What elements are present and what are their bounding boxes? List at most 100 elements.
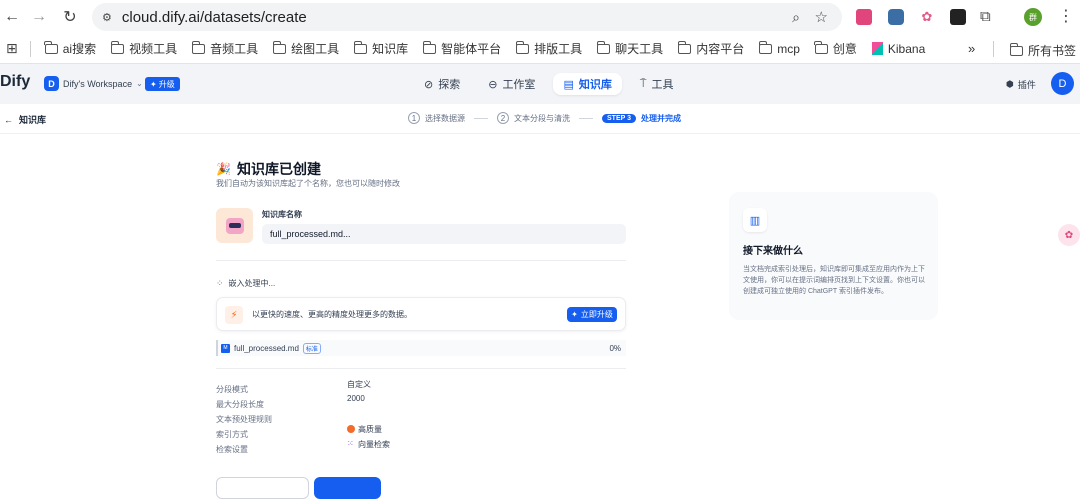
folder-icon — [596, 40, 611, 54]
file-badge: 标准 — [302, 342, 321, 354]
setting-label: 最大分段长度 — [216, 400, 264, 409]
floating-helper-icon[interactable]: ✿ — [1058, 224, 1080, 246]
step-3-badge: STEP 3 — [602, 113, 636, 123]
upgrade-label: 升级 — [158, 79, 175, 89]
upgrade-now-button[interactable]: ✦ 立即升级 — [567, 307, 617, 322]
bookmark-item[interactable]: 音频工具 — [191, 40, 259, 57]
folder-icon — [814, 40, 828, 54]
all-bookmarks-button[interactable]: 所有书签 — [1009, 42, 1076, 59]
bookmark-label: 视频工具 — [129, 42, 178, 56]
extension-icon-1[interactable] — [856, 9, 872, 25]
bookmark-item[interactable]: Kibana — [871, 42, 925, 56]
step-1-label: 选择数据源 — [425, 113, 465, 123]
upgrade-button[interactable]: ✦ 升级 — [145, 77, 180, 91]
folder-icon — [515, 40, 530, 54]
workspace-selector[interactable]: D Dify's Workspace ⌄ — [44, 76, 143, 91]
dataset-avatar — [216, 208, 253, 243]
loading-spinner-icon: ⁘ — [216, 278, 224, 288]
lightning-icon: ⚡ — [225, 306, 243, 324]
bookmarks-bar: ⊞ ai搜索 视频工具 音频工具 绘图工具 知识库 智能体平台 排版工具 聊天工… — [0, 34, 1080, 64]
plugins-button[interactable]: ⬢ 插件 — [1006, 78, 1036, 91]
back-arrow-icon[interactable]: ← — [1, 6, 23, 28]
embedding-status-text: 嵌入处理中... — [228, 279, 276, 288]
user-avatar[interactable]: D — [1051, 72, 1074, 95]
step-1-number: 1 — [408, 112, 420, 124]
bookmark-label: 排版工具 — [534, 42, 583, 56]
bookmark-list: ai搜索 视频工具 音频工具 绘图工具 知识库 智能体平台 排版工具 聊天工具 … — [44, 40, 941, 57]
extension-icon-3[interactable]: ✿ — [919, 9, 935, 25]
book-open-icon: ▥ — [743, 208, 767, 232]
page-subtitle: 我们自动为该知识库起了个名称，您也可以随时修改 — [216, 179, 400, 188]
embedding-status: ⁘ 嵌入处理中... — [216, 278, 275, 289]
folder-icon — [422, 40, 437, 54]
tab-tools[interactable]: ⍑ 工具 — [630, 73, 684, 95]
bookmark-item[interactable]: 知识库 — [353, 40, 409, 57]
bookmark-item[interactable]: 聊天工具 — [596, 40, 664, 57]
file-progress-row: M full_processed.md 标准 0% — [216, 340, 626, 356]
bookmark-item[interactable]: 智能体平台 — [422, 40, 501, 57]
star-icon[interactable]: ☆ — [815, 8, 828, 26]
bookmark-item[interactable]: 内容平台 — [677, 40, 744, 57]
upgrade-banner: ⚡ 以更快的速度、更高的精度处理更多的数据。 ✦ 立即升级 — [216, 297, 626, 331]
bookmark-item[interactable]: 排版工具 — [515, 40, 583, 57]
forward-arrow-icon[interactable]: → — [28, 6, 50, 28]
name-label: 知识库名称 — [262, 210, 302, 219]
next-steps-card: ▥ 接下来做什么 当文档完成索引处理后，知识库即可集成至应用内作为上下文使用，你… — [729, 192, 938, 320]
title-row: 🎉 知识库已创建 — [216, 159, 321, 179]
site-settings-icon[interactable]: ⚙ — [102, 11, 112, 24]
browser-toolbar: ← → ↻ ⚙ cloud.dify.ai/datasets/create ⌕ … — [0, 0, 1080, 34]
step-header: ← 知识库 1 选择数据源 2 文本分段与清洗 STEP 3 处理并完成 — [0, 104, 1080, 134]
bookmark-label: 知识库 — [372, 42, 409, 56]
compass-icon: ⊘ — [424, 78, 434, 91]
address-bar[interactable]: ⚙ cloud.dify.ai/datasets/create ⌕ ☆ — [92, 3, 842, 31]
bookmark-label: 聊天工具 — [615, 42, 664, 56]
setting-row: 最大分段长度 2000 — [216, 394, 626, 409]
bookmark-label: 绘图工具 — [291, 42, 340, 56]
file-name: full_processed.md — [234, 343, 299, 353]
bookmark-label: mcp — [777, 41, 800, 56]
card-body: 当文档完成索引处理后，知识库即可集成至应用内作为上下文使用，你可以在提示词编排页… — [743, 266, 925, 295]
dataset-name-input[interactable]: full_processed.md... — [262, 224, 626, 244]
profile-avatar[interactable]: 群 — [1024, 8, 1042, 26]
setting-row: 分段模式 自定义 — [216, 379, 626, 394]
workspace-avatar: D — [44, 76, 59, 91]
bookmark-item[interactable]: 创意 — [814, 40, 857, 57]
bookmark-item[interactable]: mcp — [758, 40, 800, 56]
bookmark-label: 创意 — [832, 42, 857, 56]
setting-label: 检索设置 — [216, 445, 248, 454]
high-quality-icon — [347, 425, 355, 433]
page-title: 知识库已创建 — [236, 161, 321, 177]
back-link[interactable]: ← 知识库 — [4, 113, 46, 126]
divider — [993, 41, 994, 57]
tab-studio[interactable]: ⊖ 工作室 — [478, 73, 545, 95]
reload-icon[interactable]: ↻ — [59, 6, 81, 28]
bookmark-label: 音频工具 — [210, 42, 259, 56]
more-bookmarks-button[interactable]: » — [968, 41, 975, 56]
primary-action-button[interactable] — [314, 477, 381, 499]
book-icon: ▤ — [563, 78, 574, 91]
tab-explore[interactable]: ⊘ 探索 — [414, 73, 470, 95]
bookmark-label: ai搜索 — [62, 42, 97, 56]
bookmark-item[interactable]: 绘图工具 — [272, 40, 340, 57]
workspace-name: Dify's Workspace — [63, 78, 133, 89]
menu-dots-icon[interactable]: ⋮ — [1058, 6, 1074, 26]
kibana-icon — [871, 42, 883, 55]
tab-knowledge[interactable]: ▤ 知识库 — [553, 73, 622, 95]
bookmark-item[interactable]: ai搜索 — [44, 40, 97, 57]
dify-logo[interactable]: Dify — [0, 73, 30, 91]
app-header: Dify D Dify's Workspace ⌄ ✦ 升级 ⊘ 探索 ⊖ 工作室 ▤… — [0, 64, 1080, 104]
bookmark-item[interactable]: 视频工具 — [110, 40, 178, 57]
zoom-icon[interactable]: ⌕ — [792, 9, 800, 26]
tab-label: 工作室 — [502, 79, 536, 91]
setting-value: 向量检索 — [358, 440, 390, 449]
cube-icon: ⬢ — [1006, 79, 1014, 89]
folder-icon — [677, 40, 692, 54]
setting-label: 文本预处理规则 — [216, 415, 272, 424]
extension-icon-4[interactable] — [950, 9, 966, 25]
go-to-document-button[interactable] — [216, 477, 309, 499]
tab-label: 工具 — [651, 79, 674, 91]
extension-icon-2[interactable] — [888, 9, 904, 25]
settings-list: 分段模式 自定义 最大分段长度 2000 文本预处理规则 索引方式 高质量 检索… — [216, 379, 626, 454]
extensions-puzzle-icon[interactable]: ⧉ — [980, 8, 991, 25]
apps-grid-icon[interactable]: ⊞ — [6, 40, 18, 57]
